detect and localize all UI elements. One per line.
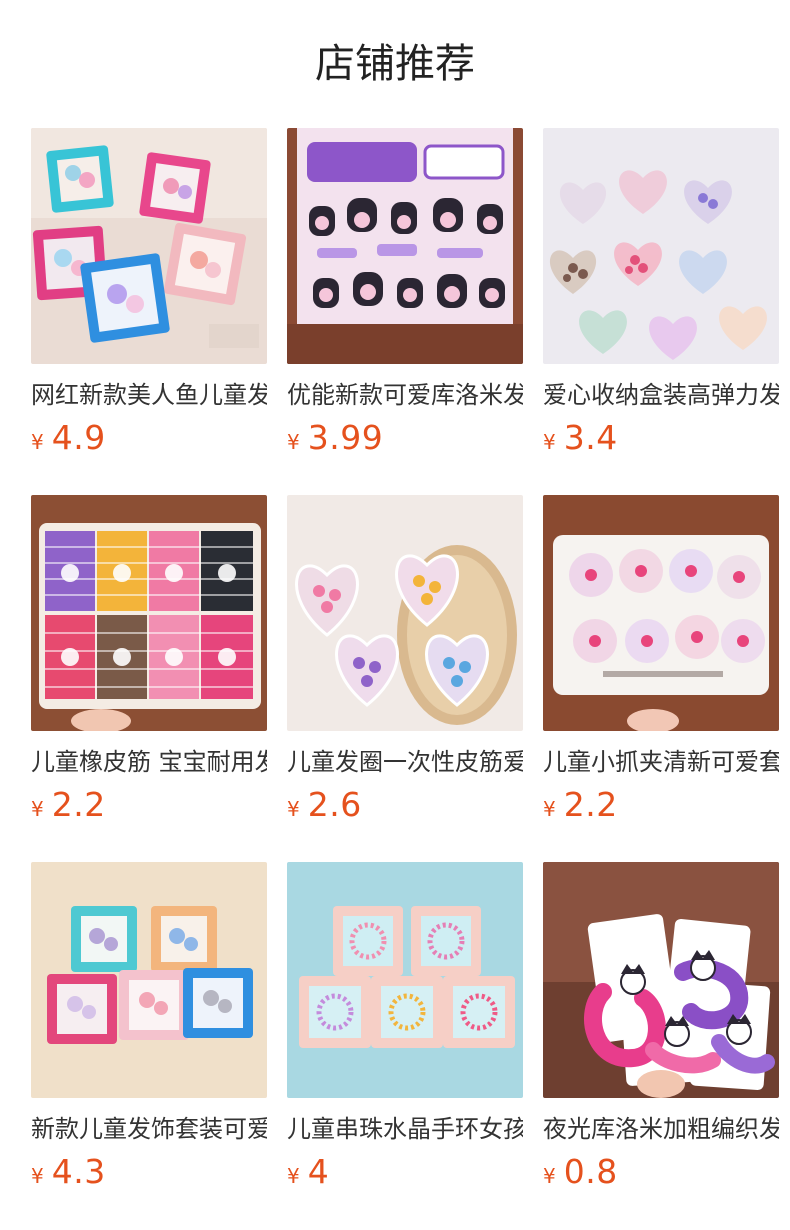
currency-symbol: ¥	[287, 1164, 300, 1188]
price-amount: 0.8	[563, 1152, 618, 1191]
price-amount: 2.2	[563, 785, 618, 824]
product-image[interactable]	[31, 495, 267, 731]
product-name[interactable]: 儿童串珠水晶手环女孩	[287, 1112, 523, 1146]
currency-symbol: ¥	[31, 1164, 44, 1188]
product-card[interactable]: 新款儿童发饰套装可爱礼盒 ¥ 4.3	[31, 862, 267, 1229]
currency-symbol: ¥	[31, 797, 44, 821]
product-card[interactable]: 儿童串珠水晶手环女孩 ¥ 4	[287, 862, 523, 1229]
product-name[interactable]: 网红新款美人鱼儿童发饰套装	[31, 378, 267, 412]
product-image[interactable]	[287, 495, 523, 731]
product-image[interactable]	[287, 128, 523, 364]
product-name[interactable]: 儿童小抓夹清新可爱套装	[543, 745, 779, 779]
currency-symbol: ¥	[31, 430, 44, 454]
product-price: ¥ 2.2	[31, 785, 267, 825]
product-card[interactable]: 优能新款可爱库洛米发夹十四件套 ¥ 3.99	[287, 128, 523, 495]
price-amount: 2.6	[307, 785, 362, 824]
product-price: ¥ 2.2	[543, 785, 779, 825]
product-image[interactable]	[31, 862, 267, 1098]
currency-symbol: ¥	[543, 1164, 556, 1188]
product-image[interactable]	[543, 495, 779, 731]
product-name[interactable]: 夜光库洛米加粗编织发圈	[543, 1112, 779, 1146]
product-image[interactable]	[287, 862, 523, 1098]
price-amount: 3.99	[307, 418, 384, 457]
product-price: ¥ 4.9	[31, 418, 267, 458]
price-amount: 4.3	[51, 1152, 106, 1191]
price-amount: 4.9	[51, 418, 106, 457]
product-price: ¥ 0.8	[543, 1152, 779, 1192]
product-card[interactable]: 网红新款美人鱼儿童发饰套装 ¥ 4.9	[31, 128, 267, 495]
product-name[interactable]: 儿童发圈一次性皮筋爱心盒	[287, 745, 523, 779]
product-card[interactable]: 儿童小抓夹清新可爱套装 ¥ 2.2	[543, 495, 779, 862]
product-card[interactable]: 儿童发圈一次性皮筋爱心盒 ¥ 2.6	[287, 495, 523, 862]
product-image[interactable]	[31, 128, 267, 364]
product-name[interactable]: 新款儿童发饰套装可爱礼盒	[31, 1112, 267, 1146]
product-card[interactable]: 夜光库洛米加粗编织发圈 ¥ 0.8	[543, 862, 779, 1229]
price-amount: 4	[307, 1152, 330, 1191]
product-image[interactable]	[543, 862, 779, 1098]
product-price: ¥ 3.4	[543, 418, 779, 458]
price-amount: 2.2	[51, 785, 106, 824]
price-amount: 3.4	[563, 418, 618, 457]
product-price: ¥ 3.99	[287, 418, 523, 458]
product-price: ¥ 2.6	[287, 785, 523, 825]
section-title: 店铺推荐	[315, 41, 475, 87]
product-card[interactable]: 爱心收纳盒装高弹力发圈 ¥ 3.4	[543, 128, 779, 495]
product-image[interactable]	[543, 128, 779, 364]
currency-symbol: ¥	[543, 430, 556, 454]
product-card[interactable]: 儿童橡皮筋 宝宝耐用发圈 ¥ 2.2	[31, 495, 267, 862]
product-price: ¥ 4.3	[31, 1152, 267, 1192]
currency-symbol: ¥	[543, 797, 556, 821]
product-name[interactable]: 儿童橡皮筋 宝宝耐用发圈	[31, 745, 267, 779]
currency-symbol: ¥	[287, 430, 300, 454]
product-name[interactable]: 优能新款可爱库洛米发夹十四件套	[287, 378, 523, 412]
product-price: ¥ 4	[287, 1152, 523, 1192]
product-grid: 网红新款美人鱼儿童发饰套装 ¥ 4.9	[31, 128, 779, 1229]
product-name[interactable]: 爱心收纳盒装高弹力发圈	[543, 378, 779, 412]
currency-symbol: ¥	[287, 797, 300, 821]
